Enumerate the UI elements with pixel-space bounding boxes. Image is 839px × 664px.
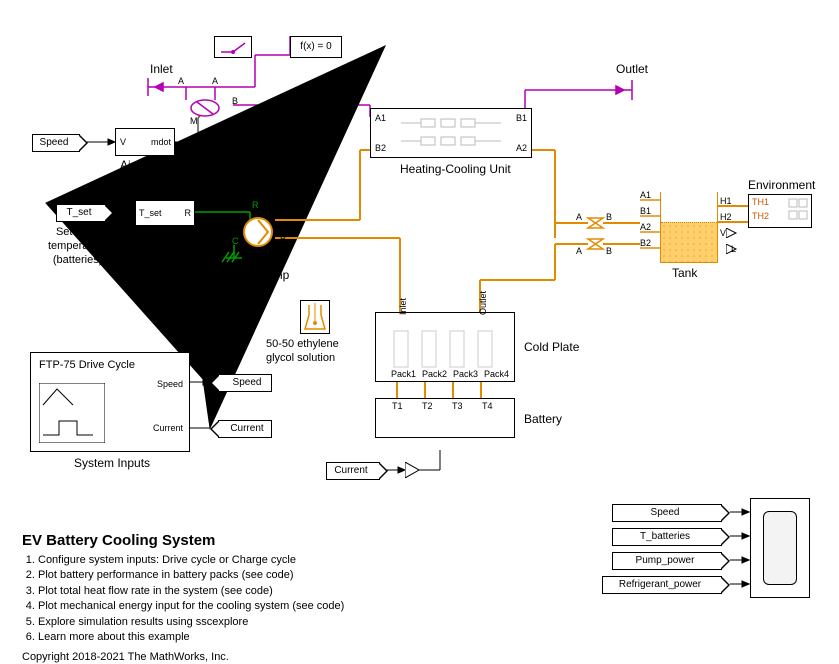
step-2[interactable]: Plot battery performance in battery pack… — [38, 569, 294, 581]
tank-port-b2: B2 — [640, 238, 651, 248]
scope-block[interactable] — [750, 498, 810, 598]
tank-port-h1: H1 — [720, 196, 732, 206]
valve-port-b: B — [232, 96, 238, 106]
air-stream-label: Air Stream — [120, 158, 177, 172]
tri-icon-l — [726, 244, 740, 254]
tank-port-a2: A2 — [640, 222, 651, 232]
goto-speed-tag[interactable]: Speed — [218, 374, 272, 392]
heating-cooling-label: Heating-Cooling Unit — [400, 162, 511, 176]
pump-port-r: R — [252, 200, 259, 210]
bat-port-t3: T3 — [452, 401, 463, 411]
tank-port-h2: H2 — [720, 212, 732, 222]
beaker-icon — [301, 301, 329, 333]
orif2-a: A — [576, 246, 582, 256]
env-port-th1: TH1 — [752, 197, 769, 207]
inlet-label: Inlet — [150, 62, 173, 76]
hc-internal-icon — [371, 109, 531, 157]
system-inputs-label: System Inputs — [74, 456, 150, 470]
cold-plate-block[interactable]: Pack1 Pack2 Pack3 Pack4 Inlet Outlet — [375, 312, 515, 382]
step-3[interactable]: Plot total heat flow rate in the system … — [38, 585, 273, 597]
valve-port-m: M — [190, 116, 198, 126]
orif1-a: A — [576, 212, 582, 222]
pump-block[interactable] — [240, 214, 276, 250]
bat-port-t2: T2 — [422, 401, 433, 411]
bat-port-t1: T1 — [392, 401, 403, 411]
air-stream-port-mdot: mdot — [151, 137, 171, 147]
from-speed-tag[interactable]: Speed — [32, 134, 80, 152]
drive-cycle-text: FTP-75 Drive Cycle — [39, 359, 135, 371]
set-point-label: Set point temperature (batteries) — [48, 226, 107, 267]
controller-label: Controller — [140, 228, 192, 242]
from-current-tag[interactable]: Current — [326, 462, 380, 480]
tank-port-a1: A1 — [640, 190, 651, 200]
from-tset-tag[interactable]: T_set — [56, 204, 106, 222]
wave-icon — [39, 383, 105, 443]
step-6[interactable]: Learn more about this example — [38, 631, 190, 643]
tank-port-b1: B1 — [640, 206, 651, 216]
pump-icon — [240, 214, 276, 250]
valve-port-a: A — [178, 76, 184, 86]
step-5[interactable]: Explore simulation results using sscexpl… — [38, 616, 248, 628]
controller-block[interactable]: T_set R — [135, 200, 195, 226]
title-section: EV Battery Cooling System Configure syst… — [22, 532, 344, 663]
from-scope-pump[interactable]: Pump_power — [612, 552, 722, 570]
solution-label: 50-50 ethylene glycol solution — [266, 338, 339, 366]
cp-port-outlet: Outlet — [478, 291, 488, 315]
environment-block[interactable]: TH1 TH2 — [748, 194, 812, 228]
solver-config-block[interactable]: f(x) = 0 — [290, 36, 342, 58]
step-1[interactable]: Configure system inputs: Drive cycle or … — [38, 554, 296, 566]
sysin-port-speed: Speed — [157, 379, 183, 389]
tri-icon-v — [726, 228, 740, 238]
steps-list: Configure system inputs: Drive cycle or … — [22, 553, 344, 645]
from-scope-tbat[interactable]: T_batteries — [612, 528, 722, 546]
goto-current-tag[interactable]: Current — [218, 420, 272, 438]
outlet-label: Outlet — [616, 62, 648, 76]
bat-port-t4: T4 — [482, 401, 493, 411]
air-flow-rate-label: Air flow rate — [210, 136, 268, 148]
controller-port-r: R — [185, 208, 192, 218]
environment-label: Environment — [748, 178, 815, 192]
sysin-port-current: Current — [153, 423, 183, 433]
valve-port-a2: A — [212, 76, 218, 86]
cold-plate-label: Cold Plate — [524, 340, 579, 354]
cold-plate-internal-icon — [376, 313, 514, 381]
env-port-th2: TH2 — [752, 211, 769, 221]
from-scope-speed[interactable]: Speed — [612, 504, 722, 522]
pump-label: Pump — [258, 268, 289, 282]
switch-block[interactable] — [214, 36, 252, 58]
tank-label: Tank — [672, 266, 697, 280]
air-stream-block[interactable]: V mdot — [115, 128, 175, 156]
converter-block[interactable] — [405, 462, 419, 478]
air-stream-port-v: V — [120, 137, 126, 147]
scope-screen-icon — [763, 511, 797, 585]
tank-block[interactable] — [660, 192, 718, 263]
from-scope-ref[interactable]: Refrigerant_power — [602, 576, 722, 594]
controller-port-tset: T_set — [139, 208, 162, 218]
pump-port-c: C — [232, 236, 239, 246]
heating-cooling-block[interactable]: A1 B2 B1 A2 — [370, 108, 532, 158]
pump-port-a: A — [280, 210, 286, 220]
fluid-props-block[interactable] — [300, 300, 330, 334]
switch-icon — [215, 37, 251, 57]
orif1-b: B — [606, 212, 612, 222]
copyright-text: Copyright 2018-2021 The MathWorks, Inc. — [22, 651, 344, 663]
env-icon — [787, 197, 809, 227]
converter-icon — [405, 462, 419, 478]
step-4[interactable]: Plot mechanical energy input for the coo… — [38, 600, 344, 612]
system-inputs-block[interactable]: FTP-75 Drive Cycle Speed Current — [30, 352, 190, 452]
orif2-b: B — [606, 246, 612, 256]
battery-label: Battery — [524, 412, 562, 426]
battery-block[interactable]: T1 T2 T3 T4 — [375, 398, 515, 438]
diagram-title: EV Battery Cooling System — [22, 532, 344, 549]
pump-port-b: B — [280, 234, 286, 244]
